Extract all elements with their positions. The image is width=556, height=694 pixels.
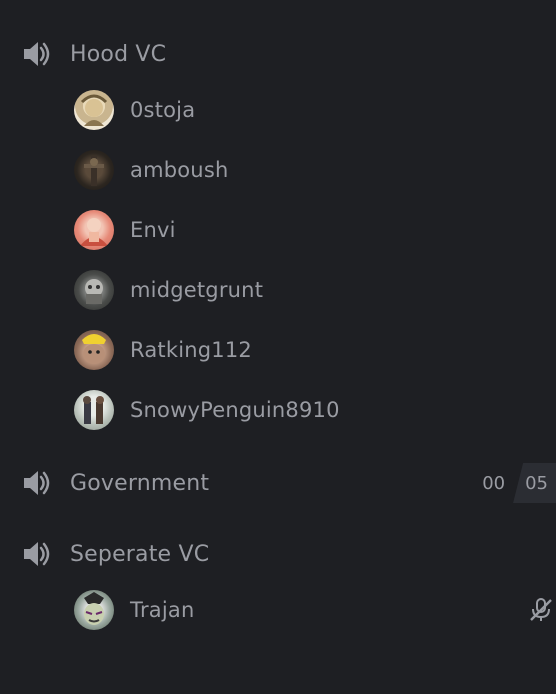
- avatar: [74, 590, 114, 630]
- channel-seperate-vc[interactable]: Seperate VC: [20, 536, 209, 572]
- member-row[interactable]: Trajan: [74, 589, 194, 631]
- avatar: [74, 210, 114, 250]
- member-name: Ratking112: [130, 338, 252, 362]
- avatar: [74, 150, 114, 190]
- channel-hood-vc[interactable]: Hood VC: [20, 36, 166, 72]
- channel-name: Hood VC: [70, 41, 167, 67]
- voice-channel-list: Hood VC 0stoja amboush Envi midgetgrunt …: [0, 0, 556, 694]
- limit-count: 05: [513, 463, 556, 503]
- member-row[interactable]: 0stoja: [74, 89, 195, 131]
- member-name: amboush: [130, 158, 229, 182]
- channel-name: Government: [70, 470, 210, 496]
- member-row[interactable]: amboush: [74, 149, 228, 191]
- mic-muted-icon: [528, 597, 554, 623]
- member-row[interactable]: midgetgrunt: [74, 269, 263, 311]
- avatar: [74, 270, 114, 310]
- member-name: Envi: [130, 218, 176, 242]
- member-row[interactable]: Envi: [74, 209, 176, 251]
- member-name: midgetgrunt: [130, 278, 264, 302]
- speaker-icon: [20, 466, 54, 500]
- avatar: [74, 90, 114, 130]
- speaker-icon: [20, 37, 54, 71]
- avatar: [74, 330, 114, 370]
- channel-name: Seperate VC: [70, 541, 210, 567]
- member-row[interactable]: SnowyPenguin8910: [74, 389, 340, 431]
- speaker-icon: [20, 537, 54, 571]
- member-name: 0stoja: [130, 98, 196, 122]
- connected-count: 00: [482, 472, 506, 494]
- member-row[interactable]: Ratking112: [74, 329, 252, 371]
- member-name: Trajan: [130, 598, 195, 622]
- avatar: [74, 390, 114, 430]
- user-limit-badge: 00 05: [482, 462, 556, 504]
- member-name: SnowyPenguin8910: [130, 398, 340, 422]
- channel-government[interactable]: Government: [20, 465, 209, 501]
